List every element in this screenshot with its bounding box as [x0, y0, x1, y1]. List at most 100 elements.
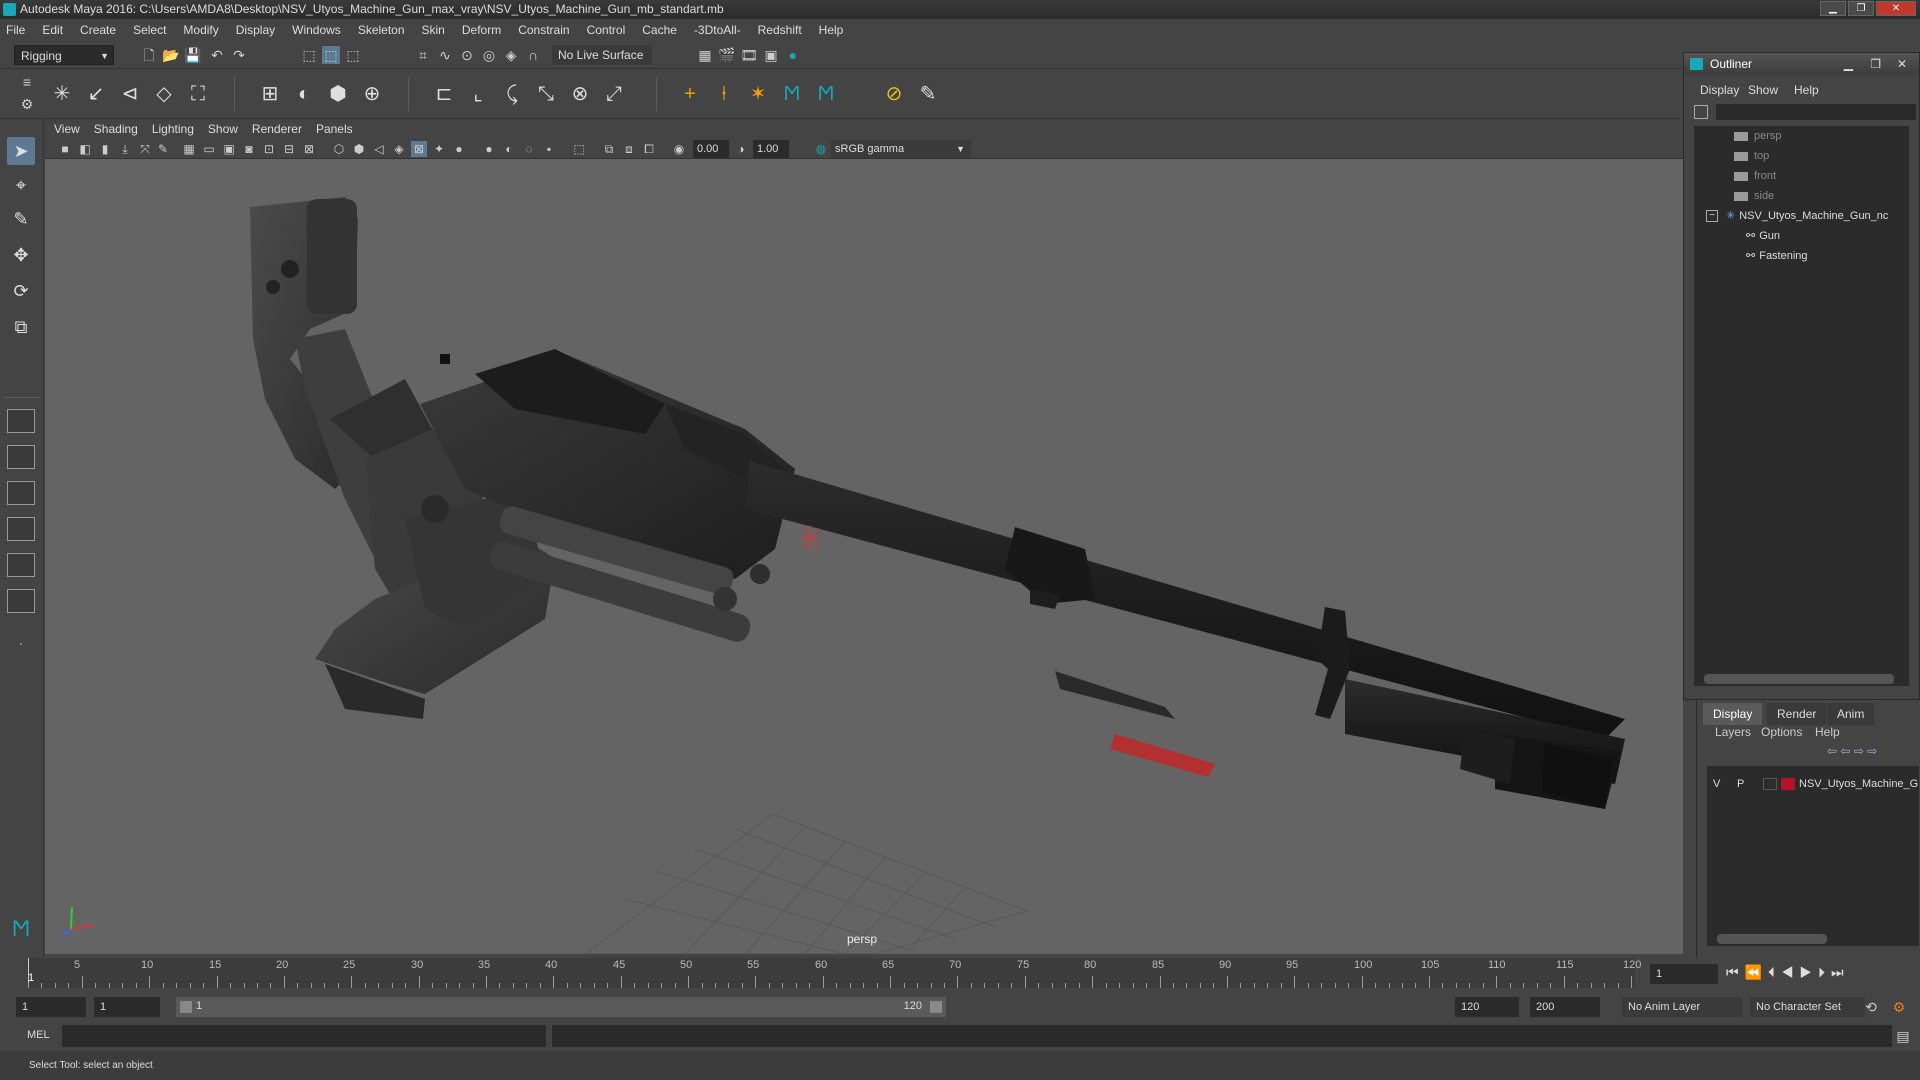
- field-chart-icon[interactable]: ⊡: [261, 141, 277, 157]
- xray-icon[interactable]: ⬚: [571, 141, 587, 157]
- wrap-deformer-icon[interactable]: ⊕: [358, 80, 386, 108]
- menu-constrain[interactable]: Constrain: [518, 23, 569, 37]
- parent-constraint-icon[interactable]: ⊏: [430, 80, 458, 108]
- hik-character-icon[interactable]: Ϻ: [812, 80, 840, 108]
- viewport-menu-panels[interactable]: Panels: [316, 122, 353, 136]
- open-scene-icon[interactable]: 📂: [162, 46, 180, 64]
- select-component-icon[interactable]: ⬚: [344, 46, 362, 64]
- resolution-gate-icon[interactable]: ▣: [221, 141, 237, 157]
- tab-anim[interactable]: Anim: [1827, 703, 1875, 725]
- grid-toggle-icon[interactable]: ▦: [181, 141, 197, 157]
- wireframe-icon[interactable]: ⬡: [331, 141, 347, 157]
- xray-components-icon[interactable]: ⧈: [621, 141, 637, 157]
- new-scene-icon[interactable]: 🗋: [140, 46, 158, 64]
- textured-icon[interactable]: ◈: [391, 141, 407, 157]
- snap-magnet-icon[interactable]: ∩: [524, 46, 542, 64]
- outliner-item-gun[interactable]: ⚯ Gun: [1746, 226, 1780, 246]
- render-current-icon[interactable]: 🎞: [740, 46, 758, 64]
- layer-type-toggle[interactable]: [1763, 778, 1777, 790]
- command-input[interactable]: [62, 1025, 546, 1047]
- viewport-menu-shading[interactable]: Shading: [94, 122, 138, 136]
- range-bar[interactable]: 1 120: [176, 997, 946, 1017]
- playback-start-field[interactable]: 1: [94, 997, 160, 1017]
- use-lights-icon[interactable]: ⊠: [411, 141, 427, 157]
- grease-pencil-icon[interactable]: ✎: [155, 141, 171, 157]
- snap-view-icon[interactable]: ◎: [480, 46, 498, 64]
- menu-deform[interactable]: Deform: [462, 23, 501, 37]
- two-d-pan-icon[interactable]: ⤧: [137, 141, 153, 157]
- new-layer-icon[interactable]: ⇨: [1854, 744, 1864, 758]
- auto-key-icon[interactable]: ⟲: [1862, 998, 1880, 1016]
- menu-edit[interactable]: Edit: [42, 23, 63, 37]
- rotate-tool-icon[interactable]: ⟳: [7, 277, 35, 305]
- layer-row[interactable]: V P NSV_Utyos_Machine_G: [1707, 774, 1919, 794]
- save-scene-icon[interactable]: 💾: [184, 46, 202, 64]
- viewport-menu-renderer[interactable]: Renderer: [252, 122, 302, 136]
- layer-scrollbar[interactable]: [1717, 934, 1827, 944]
- shadows-icon[interactable]: ✦: [431, 141, 447, 157]
- toolbox-more-icon[interactable]: ·: [7, 629, 35, 657]
- render-view-icon[interactable]: 🎬: [718, 46, 736, 64]
- animation-start-field[interactable]: 1: [16, 997, 86, 1017]
- camera-select-icon[interactable]: ■: [57, 141, 73, 157]
- menu-control[interactable]: Control: [587, 23, 626, 37]
- current-frame-field[interactable]: 1: [1650, 964, 1718, 984]
- lasso-tool-icon[interactable]: ⌖: [7, 171, 35, 199]
- depth-of-field-icon[interactable]: ◌: [521, 141, 537, 157]
- pole-vector-icon[interactable]: ⤢: [600, 80, 628, 108]
- layer-visibility-toggle[interactable]: V: [1713, 774, 1720, 794]
- outliner-layout-icon[interactable]: [7, 517, 35, 541]
- move-layer-down-icon[interactable]: ⇦: [1840, 744, 1850, 758]
- outliner-search-input[interactable]: [1716, 104, 1916, 120]
- minimize-button[interactable]: ▁: [1820, 1, 1846, 16]
- menu-help[interactable]: Help: [819, 23, 844, 37]
- locator-icon[interactable]: +: [676, 80, 704, 108]
- joint-tool-icon[interactable]: ✳: [48, 80, 76, 108]
- layer-menu-layers[interactable]: Layers: [1715, 725, 1751, 739]
- outliner-item-front[interactable]: front: [1734, 166, 1776, 186]
- aim-constraint-icon[interactable]: ⊗: [566, 80, 594, 108]
- range-end-handle[interactable]: [930, 1001, 942, 1013]
- go-to-end-icon[interactable]: ⏭: [1831, 964, 1850, 980]
- ik-handle-icon[interactable]: ↙: [82, 80, 110, 108]
- move-layer-up-icon[interactable]: ⇦: [1827, 744, 1837, 758]
- snap-surface-icon[interactable]: ◈: [502, 46, 520, 64]
- bind-skin-icon[interactable]: ⊞: [256, 80, 284, 108]
- step-back-frame-icon[interactable]: ⏴: [1768, 964, 1781, 980]
- select-object-icon[interactable]: ⬚: [322, 46, 340, 64]
- brush-tool-icon[interactable]: ✎: [914, 80, 942, 108]
- scale-tool-icon[interactable]: ⧉: [7, 313, 35, 341]
- menu-select[interactable]: Select: [133, 23, 166, 37]
- outliner-item-fastening[interactable]: ⚯ Fastening: [1746, 246, 1808, 266]
- motion-blur-icon[interactable]: ●: [481, 141, 497, 157]
- close-button[interactable]: ✕: [1876, 1, 1916, 16]
- menu-cache[interactable]: Cache: [642, 23, 677, 37]
- film-gate-icon[interactable]: ▭: [201, 141, 217, 157]
- shelf-menu-icon[interactable]: ≡: [18, 73, 36, 91]
- shelf-settings-icon[interactable]: ⚙: [18, 95, 36, 113]
- orient-constraint-icon[interactable]: ⤹: [498, 80, 526, 108]
- safe-action-icon[interactable]: ⊟: [281, 141, 297, 157]
- animation-end-field[interactable]: 200: [1530, 997, 1600, 1017]
- outliner-minimize-button[interactable]: ▁: [1844, 53, 1853, 75]
- point-constraint-icon[interactable]: ⌞: [464, 80, 492, 108]
- graph-layout-icon[interactable]: [7, 553, 35, 577]
- hypershade-icon[interactable]: ●: [784, 46, 802, 64]
- range-start-handle[interactable]: [180, 1001, 192, 1013]
- snap-curve-icon[interactable]: ∿: [436, 46, 454, 64]
- four-pane-layout-icon[interactable]: [7, 445, 35, 469]
- menu-windows[interactable]: Windows: [292, 23, 341, 37]
- menu-skin[interactable]: Skin: [422, 23, 445, 37]
- play-back-icon[interactable]: ◀: [1781, 964, 1800, 980]
- outliner-item-root[interactable]: − ✳ NSV_Utyos_Machine_Gun_nc: [1706, 206, 1888, 226]
- timeline-ruler[interactable]: 1 5 10 15 20 25 30 35 40 45 50 55 60 65 70 75 80 85 90 95 1…: [28, 958, 1641, 988]
- playback-end-field[interactable]: 120: [1455, 997, 1519, 1017]
- character-set-dropdown[interactable]: No Character Set: [1750, 997, 1865, 1017]
- render-settings-icon[interactable]: ▦: [696, 46, 714, 64]
- safe-title-icon[interactable]: ⊠: [301, 141, 317, 157]
- outliner-close-button[interactable]: ✕: [1897, 53, 1907, 75]
- menu-redshift[interactable]: Redshift: [758, 23, 802, 37]
- deform-paint-icon[interactable]: ⊘: [880, 80, 908, 108]
- wireframe-on-shaded-icon[interactable]: ◁: [371, 141, 387, 157]
- animation-preferences-icon[interactable]: ⚙: [1890, 998, 1908, 1016]
